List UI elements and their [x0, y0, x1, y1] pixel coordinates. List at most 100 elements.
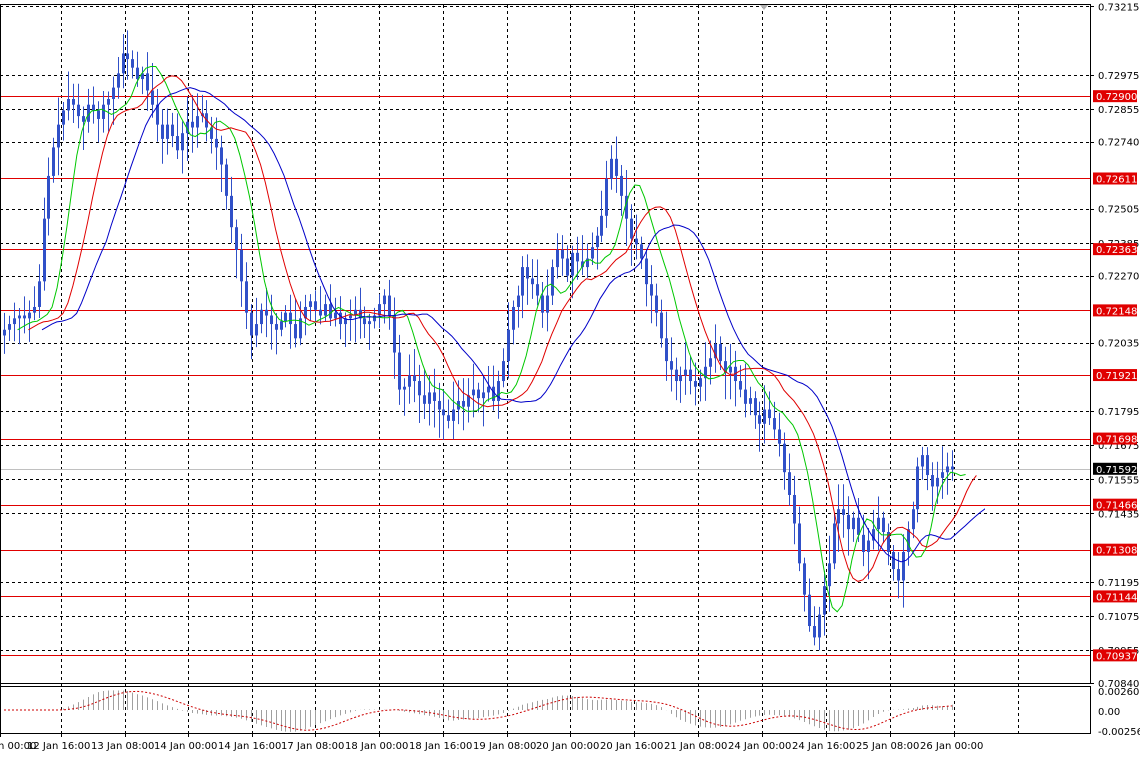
oscillator-tick-label: 0.002606: [1098, 687, 1140, 698]
candle-body: [235, 227, 238, 250]
candle-body: [324, 304, 327, 316]
candle-body: [92, 104, 95, 111]
candle-body: [294, 324, 297, 339]
candle-body: [596, 235, 599, 248]
candle-body: [778, 429, 781, 444]
candle-body: [161, 124, 164, 139]
candle-body: [477, 389, 480, 399]
level-price-label: 0.72611: [1096, 174, 1137, 185]
candle-body: [442, 409, 445, 416]
candle-body: [107, 99, 110, 105]
candle-body: [823, 586, 826, 615]
time-tick-label: 21 Jan 08:00: [664, 741, 727, 752]
candle-body: [507, 329, 510, 362]
candle-body: [33, 306, 36, 313]
candle-body: [517, 295, 520, 307]
candle-body: [62, 110, 65, 125]
candle-body: [126, 53, 129, 60]
candle-body: [921, 455, 924, 467]
level-price-label: 0.72363: [1096, 245, 1137, 256]
candle-body: [591, 247, 594, 259]
price-tick-label: 0.72855: [1098, 105, 1139, 116]
candle-body: [897, 569, 900, 581]
candle-body: [640, 244, 643, 259]
candle-body: [788, 472, 791, 495]
level-price-label: 0.71921: [1096, 371, 1137, 382]
candle-body: [660, 312, 663, 339]
time-tick-label: 25 Jan 08:00: [856, 741, 919, 752]
candle-body: [418, 381, 421, 396]
candle-body: [67, 99, 70, 111]
level-price-label: 0.71698: [1096, 435, 1137, 446]
candle-body: [398, 352, 401, 390]
candle-body: [23, 315, 26, 319]
level-price-label: 0.71144: [1096, 592, 1137, 603]
candle-body: [72, 99, 75, 105]
candle-body: [763, 409, 766, 424]
candle-body: [502, 361, 505, 382]
candle-body: [521, 267, 524, 296]
candle-body: [388, 295, 391, 316]
candle-body: [196, 116, 199, 128]
candle-body: [719, 344, 722, 362]
candle-body: [630, 218, 633, 239]
candle-body: [852, 517, 855, 530]
candle-body: [665, 338, 668, 362]
candle-body: [803, 563, 806, 595]
candle-body: [828, 563, 831, 587]
candle-body: [8, 324, 11, 330]
candle-body: [122, 53, 125, 74]
candle-body: [907, 529, 910, 552]
candle-body: [670, 361, 673, 370]
candle-body: [319, 309, 322, 316]
candle-body: [433, 392, 436, 401]
candle-body: [136, 67, 139, 80]
candle-body: [744, 389, 747, 404]
candle-body: [18, 315, 21, 319]
time-tick-label: 20 Jan 16:00: [600, 741, 663, 752]
candle-body: [837, 509, 840, 524]
candle-body: [912, 509, 915, 530]
candle-body: [225, 164, 228, 196]
candle-body: [758, 415, 761, 424]
candle-body: [314, 301, 317, 310]
candle-body: [842, 509, 845, 515]
level-price-label: 0.71308: [1096, 546, 1137, 557]
time-tick-label: 18 Jan 00:00: [345, 741, 408, 752]
candle-body: [808, 594, 811, 627]
candle-body: [393, 315, 396, 353]
oscillator-tick-label: -0.00256: [1098, 727, 1140, 738]
candle-body: [329, 304, 332, 319]
candle-body: [867, 540, 870, 552]
candle-body: [265, 309, 268, 316]
oscillator-tick-label: 0.00: [1098, 707, 1120, 718]
candle-body: [645, 258, 648, 285]
candle-body: [117, 73, 120, 88]
candle-body: [877, 517, 880, 530]
candle-body: [245, 281, 248, 313]
candle-body: [620, 175, 623, 196]
time-tick-label: 14 Jan 00:00: [154, 741, 217, 752]
candle-body: [793, 494, 796, 524]
price-chart[interactable]: 0.73215 0.72975 0.72855 0.72740 0.72505 0.723…: [0, 0, 1140, 757]
candle-body: [684, 369, 687, 376]
candle-body: [383, 295, 386, 305]
time-tick-label: 24 Jan 00:00: [728, 741, 791, 752]
candle-body: [926, 455, 929, 476]
candle-body: [47, 175, 50, 219]
candle-body: [882, 517, 885, 533]
candle-body: [28, 312, 31, 319]
time-tick-label: 20 Jan 00:00: [536, 741, 599, 752]
level-price-label: 0.72148: [1096, 306, 1137, 317]
candle-body: [131, 59, 134, 68]
candle-body: [694, 381, 697, 387]
candle-body: [531, 278, 534, 285]
candle-body: [413, 375, 416, 382]
chart-window[interactable]: 0.73215 0.72975 0.72855 0.72740 0.72505 0.723…: [0, 0, 1140, 757]
candle-body: [3, 329, 6, 336]
candle-body: [605, 178, 608, 216]
candle-body: [349, 315, 352, 319]
time-tick-label: 19 Jan 08:00: [473, 741, 536, 752]
candle-body: [551, 267, 554, 296]
level-price-label: 0.71466: [1096, 501, 1137, 512]
